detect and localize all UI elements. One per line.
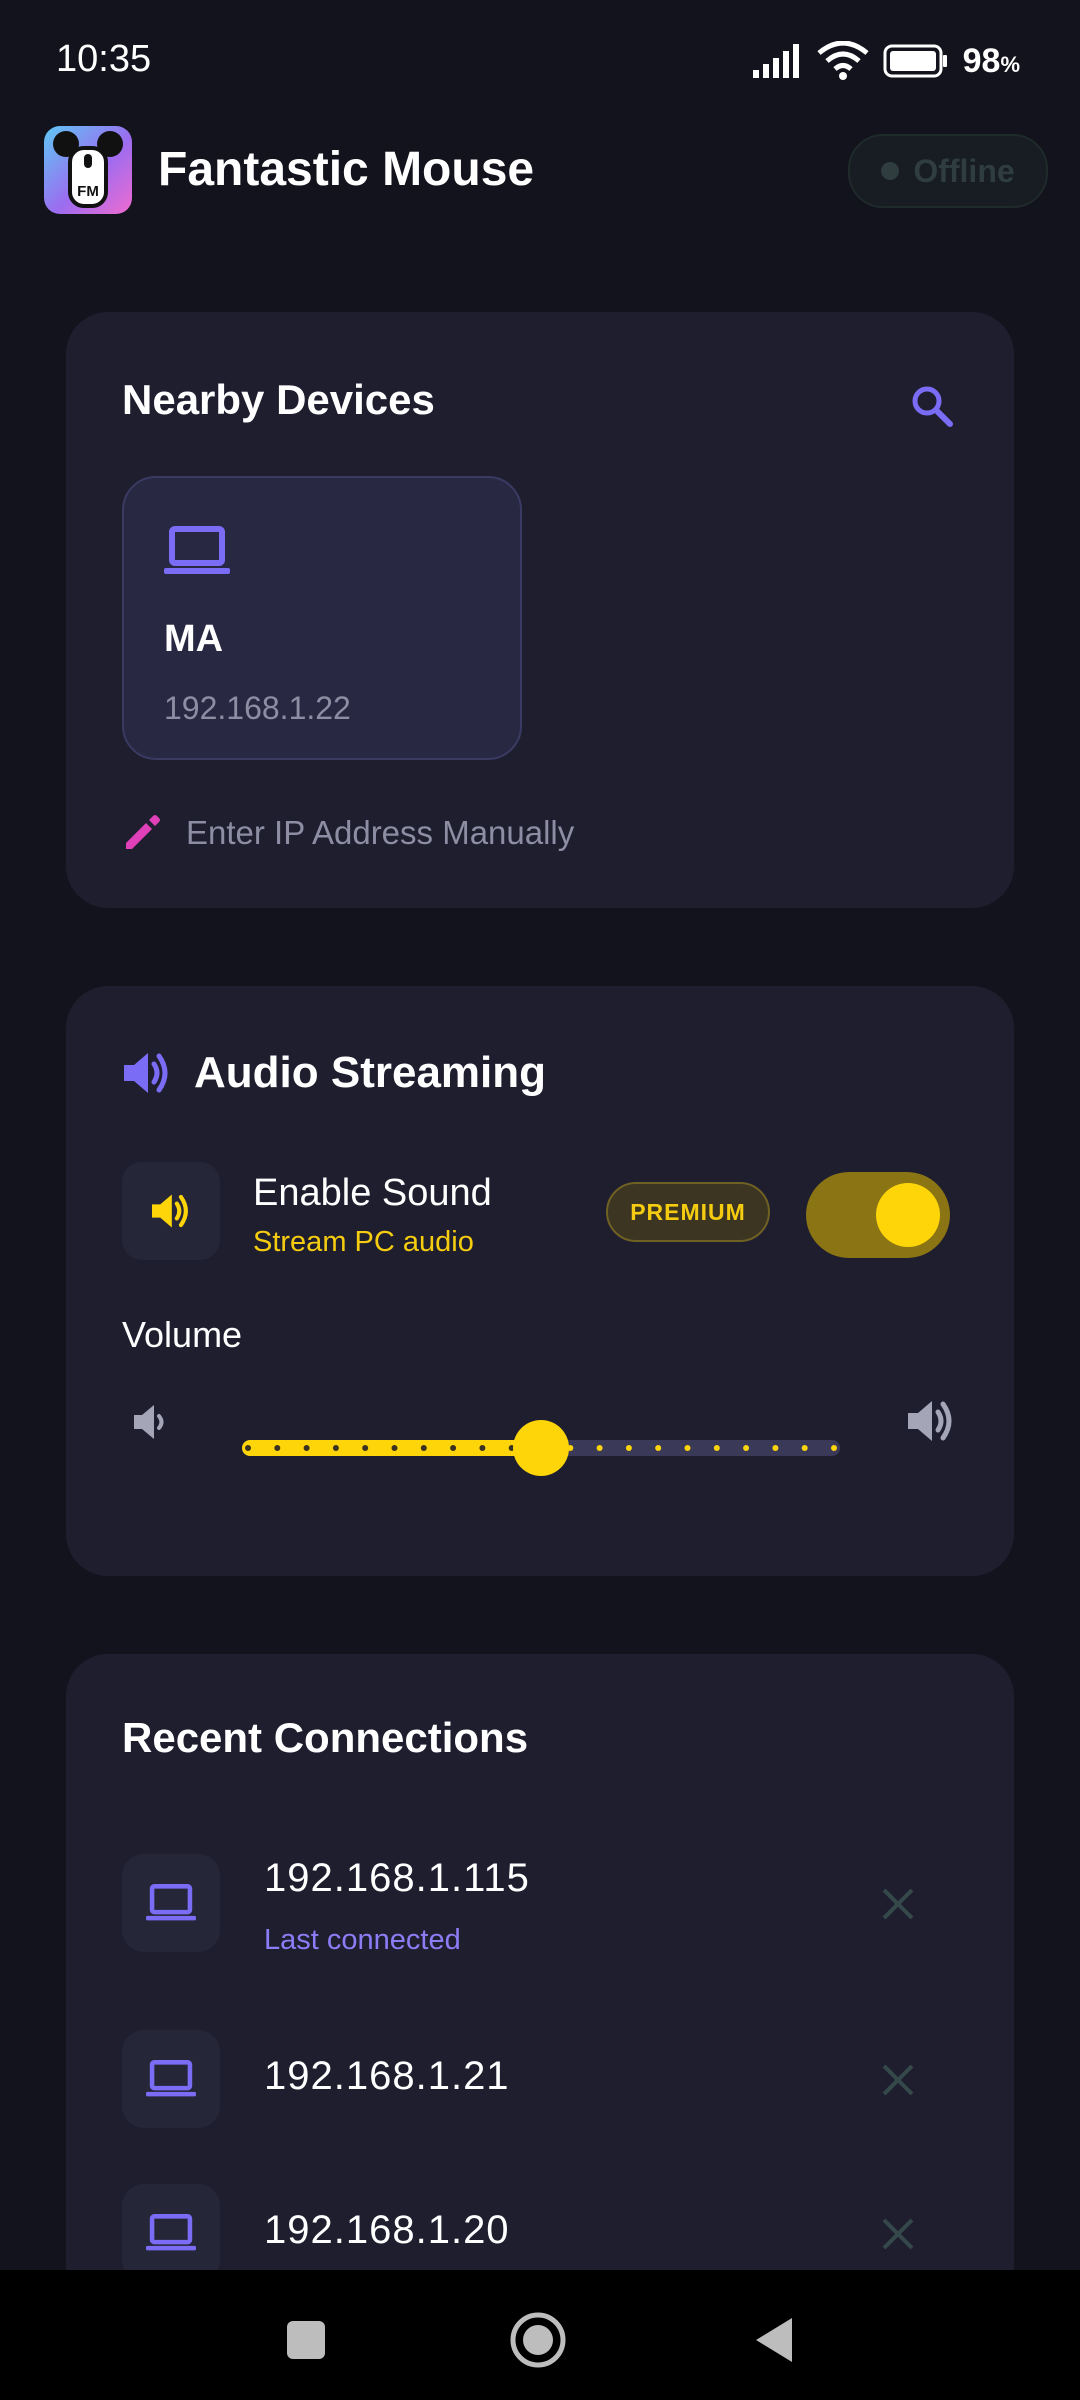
device-ip: 192.168.1.22 xyxy=(164,690,351,726)
battery-unit: % xyxy=(1000,51,1020,77)
manual-ip-entry-link[interactable]: Enter IP Address Manually xyxy=(122,808,574,858)
volume-tick xyxy=(596,1445,603,1451)
system-nav-bar xyxy=(0,2270,1080,2400)
recent-connection-row[interactable]: 192.168.1.115 Last connected xyxy=(122,1854,962,1956)
enable-sound-icon-box xyxy=(122,1162,220,1260)
status-time: 10:35 xyxy=(56,38,152,80)
nearby-devices-title: Nearby Devices xyxy=(122,376,435,423)
volume-tick xyxy=(391,1445,398,1451)
audio-title-row: Audio Streaming xyxy=(122,1048,546,1098)
device-tile[interactable]: MA 192.168.1.22 xyxy=(122,476,522,760)
toggle-knob xyxy=(876,1183,940,1247)
volume-label: Volume xyxy=(122,1314,243,1355)
audio-streaming-title: Audio Streaming xyxy=(194,1048,547,1097)
home-button[interactable] xyxy=(508,2310,568,2370)
volume-tick xyxy=(274,1445,281,1451)
nearby-devices-card: Nearby Devices MA 192.168.1.22 Enter IP … xyxy=(66,312,1014,908)
volume-tick xyxy=(450,1445,457,1451)
square-icon xyxy=(287,2321,325,2359)
volume-slider-thumb[interactable] xyxy=(513,1420,569,1476)
recents-button[interactable] xyxy=(276,2310,336,2370)
laptop-icon xyxy=(164,526,230,574)
back-triangle-icon xyxy=(756,2318,792,2362)
mouse-logo-icon: FM xyxy=(53,131,123,208)
enable-sound-toggle[interactable] xyxy=(806,1172,950,1258)
laptop-icon xyxy=(146,2214,196,2251)
laptop-icon xyxy=(146,2060,196,2097)
volume-tick xyxy=(772,1445,779,1451)
enable-sound-label: Enable Sound xyxy=(253,1172,492,1214)
premium-badge: PREMIUM xyxy=(606,1182,770,1242)
volume-tick xyxy=(625,1445,632,1451)
search-devices-button[interactable] xyxy=(908,382,956,430)
pencil-icon xyxy=(126,815,160,849)
volume-tick xyxy=(332,1445,339,1451)
remove-connection-icon[interactable] xyxy=(876,1882,920,1926)
volume-slider[interactable] xyxy=(242,1420,840,1476)
volume-tick xyxy=(420,1445,427,1451)
speaker-icon xyxy=(152,1194,188,1228)
laptop-icon xyxy=(146,1884,196,1921)
status-bar: 10:35 98% xyxy=(0,0,1080,120)
status-icons: 98% xyxy=(752,38,1020,84)
manual-ip-label: Enter IP Address Manually xyxy=(186,814,575,851)
signal-icon xyxy=(752,44,799,78)
device-name: MA xyxy=(164,618,224,660)
volume-tick xyxy=(303,1445,310,1451)
audio-streaming-card: Audio Streaming Enable Sound Stream PC a… xyxy=(66,986,1014,1576)
connection-status-badge: Offline xyxy=(848,134,1048,208)
connection-status-label: Offline xyxy=(913,152,1015,189)
search-icon xyxy=(912,386,953,427)
volume-tick xyxy=(479,1445,486,1451)
connection-ip: 192.168.1.20 xyxy=(264,2208,510,2252)
battery-icon xyxy=(883,44,947,78)
connection-icon-box xyxy=(122,2030,220,2128)
logo-text: FM xyxy=(77,183,99,200)
volume-tick xyxy=(713,1445,720,1451)
connection-subtitle: Last connected xyxy=(264,1924,461,1956)
enable-sound-sublabel: Stream PC audio xyxy=(253,1226,474,1258)
back-button[interactable] xyxy=(744,2310,804,2370)
volume-up-icon[interactable] xyxy=(906,1398,956,1444)
connection-ip: 192.168.1.115 xyxy=(264,1856,530,1900)
speaker-icon xyxy=(124,1053,168,1093)
volume-tick xyxy=(831,1445,837,1451)
remove-connection-icon[interactable] xyxy=(876,2212,920,2256)
connection-icon-box xyxy=(122,2184,220,2274)
app-header: FM Fantastic Mouse Offline xyxy=(0,120,1080,220)
recent-connections-card: Recent Connections 192.168.1.115 Last co… xyxy=(66,1654,1014,2274)
recent-connections-title: Recent Connections xyxy=(122,1714,529,1761)
connection-ip: 192.168.1.21 xyxy=(264,2054,510,2098)
remove-connection-icon[interactable] xyxy=(876,2058,920,2102)
volume-down-icon[interactable] xyxy=(130,1402,170,1442)
home-circle-icon xyxy=(510,2312,566,2368)
connection-icon-box xyxy=(122,1854,220,1952)
volume-tick xyxy=(362,1445,369,1451)
volume-tick xyxy=(245,1445,251,1451)
recent-connection-row[interactable]: 192.168.1.20 xyxy=(122,2184,962,2274)
volume-tick xyxy=(801,1445,808,1451)
recent-connection-row[interactable]: 192.168.1.21 xyxy=(122,2030,962,2130)
battery-value: 98 xyxy=(962,41,1001,80)
status-dot-icon xyxy=(881,162,900,180)
volume-tick xyxy=(684,1445,691,1451)
volume-tick xyxy=(743,1445,750,1451)
battery-percentage: 98% xyxy=(963,42,1020,81)
wifi-icon xyxy=(817,41,869,80)
app-logo: FM xyxy=(44,126,132,214)
volume-tick xyxy=(655,1445,662,1451)
app-title: Fantastic Mouse xyxy=(158,143,535,196)
